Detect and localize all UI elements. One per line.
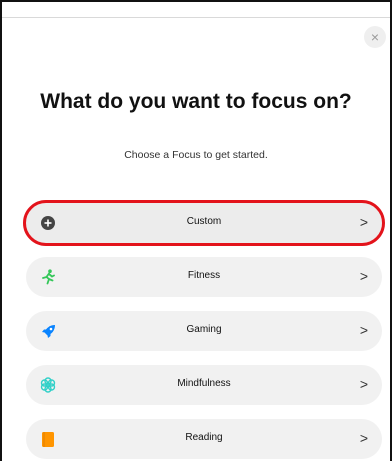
chevron-right-icon: >: [359, 376, 368, 392]
dialog-title: What do you want to focus on?: [40, 90, 352, 113]
chevron-right-icon: >: [359, 430, 368, 446]
focus-option-label: Fitness: [187, 270, 221, 281]
focus-option-label: Mindfulness: [177, 378, 231, 389]
chevron-right-icon: >: [359, 214, 368, 230]
dialog-subtitle: Choose a Focus to get started.: [124, 149, 268, 161]
focus-option-custom[interactable]: Custom >: [23, 200, 385, 246]
focus-option-label: Custom: [186, 216, 222, 227]
focus-option-reading[interactable]: Reading >: [26, 419, 382, 459]
focus-option-fitness[interactable]: Fitness >: [26, 257, 382, 297]
chevron-right-icon: >: [359, 268, 368, 284]
focus-option-label: Reading: [185, 432, 223, 443]
focus-option-gaming[interactable]: Gaming >: [26, 311, 382, 351]
focus-option-list: Custom > Fitness > Gaming > Mindfulness …: [23, 200, 385, 473]
chevron-right-icon: >: [359, 322, 368, 338]
close-icon[interactable]: ×: [364, 26, 386, 48]
top-divider: [2, 17, 390, 18]
focus-option-mindfulness[interactable]: Mindfulness >: [26, 365, 382, 405]
focus-option-label: Gaming: [186, 324, 222, 335]
